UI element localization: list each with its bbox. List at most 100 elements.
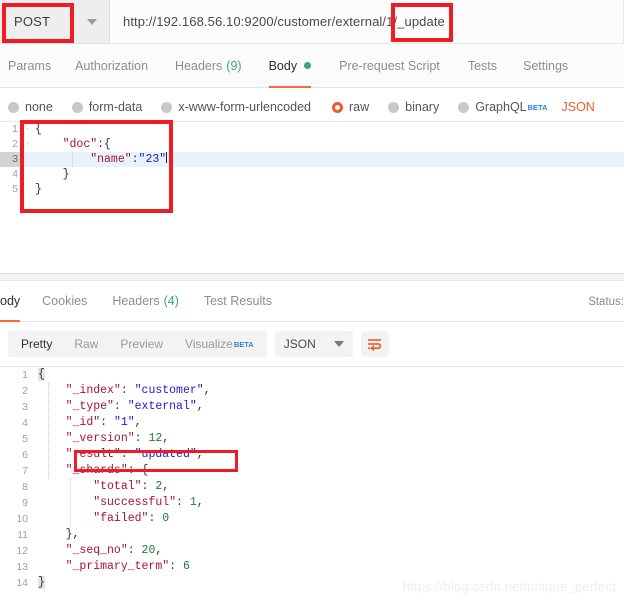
word-wrap-toggle[interactable] <box>360 331 389 357</box>
code-token: "doc" <box>62 138 98 151</box>
response-code-area[interactable]: 1{2 "_index": "customer", 3 "_type": "ext… <box>0 367 624 591</box>
format-raw-button[interactable]: Raw <box>63 333 109 355</box>
body-type-binary[interactable]: binary <box>388 100 439 114</box>
format-label: Pretty <box>21 337 53 351</box>
body-type-label: binary <box>405 100 440 114</box>
response-tab-cookies[interactable]: Cookies <box>42 281 87 322</box>
code-token: : { <box>127 464 149 477</box>
body-type-none[interactable]: none <box>8 100 53 114</box>
word-wrap-icon <box>368 338 382 351</box>
code-text: } <box>31 167 624 182</box>
line-number: 4 <box>12 168 18 180</box>
line-number: 9 <box>22 497 28 509</box>
code-text: "failed": 0 <box>34 511 624 527</box>
body-type-raw[interactable]: raw <box>332 100 369 114</box>
radio-icon <box>8 101 19 113</box>
tab-label: Headers <box>175 58 223 73</box>
code-text: "_version": 12, <box>34 431 624 447</box>
tab-label: Cookies <box>42 294 88 308</box>
code-token: , <box>162 480 170 493</box>
body-type-x-www-form-urlencoded[interactable]: x-www-form-urlencoded <box>161 100 311 114</box>
indent-guide <box>72 152 73 167</box>
code-token: { <box>38 368 45 381</box>
format-preview-button[interactable]: Preview <box>109 333 174 355</box>
body-type-label: none <box>25 100 53 114</box>
request-url-bar: POST http://192.168.56.10:9200/customer/… <box>0 0 624 44</box>
format-pretty-button[interactable]: Pretty <box>10 333 63 355</box>
code-text: { <box>31 122 624 137</box>
response-tab-body[interactable]: ody <box>0 281 21 322</box>
tab-params[interactable]: Params <box>8 44 51 88</box>
code-token: : <box>120 384 135 397</box>
body-type-label: raw <box>349 100 370 114</box>
response-tab-headers[interactable]: Headers (4) <box>112 281 179 322</box>
code-token: , <box>196 496 204 509</box>
tab-label: Tests <box>467 58 497 73</box>
request-tab-bar: Params Authorization Headers (9) Body Pr… <box>0 44 624 88</box>
tab-settings[interactable]: Settings <box>523 44 568 88</box>
fold-marker-icon[interactable]: · <box>24 122 31 137</box>
code-token: "_id" <box>65 416 101 429</box>
request-code-area[interactable]: 1 ·{2 · "doc":{3 "name":"23" 4 } 5} <box>0 122 624 197</box>
code-line: 13 "_primary_term": 6 <box>0 559 624 575</box>
response-tab-test-results[interactable]: Test Results <box>204 281 272 322</box>
code-token: { <box>35 123 42 136</box>
chevron-down-icon <box>333 341 344 347</box>
line-number: 5 <box>12 183 18 195</box>
code-token: }, <box>38 528 80 541</box>
code-token: : <box>169 560 183 573</box>
format-label: Visualize <box>185 337 233 351</box>
body-format-select[interactable]: JSON <box>562 100 595 114</box>
code-token: "_seq_no" <box>65 544 128 557</box>
code-line: 5 "_version": 12, <box>0 431 624 447</box>
code-token: , <box>155 544 163 557</box>
code-line: 1 · { <box>0 122 624 137</box>
code-token: : <box>148 512 163 525</box>
line-number: 10 <box>16 513 28 525</box>
line-number: 5 <box>22 433 28 445</box>
code-line: 3 "name":"23" <box>0 152 624 167</box>
body-type-form-data[interactable]: form-data <box>71 100 142 114</box>
indent-guide <box>70 479 71 527</box>
code-token: } <box>38 576 45 589</box>
body-format-label: JSON <box>561 100 595 114</box>
tab-headers[interactable]: Headers (9) <box>175 44 242 88</box>
code-line: 1{ <box>0 367 624 383</box>
tab-label: Test Results <box>203 294 272 308</box>
response-type-select[interactable]: JSON <box>274 331 353 357</box>
format-label: Raw <box>74 337 99 351</box>
code-line: 9 "successful": 1, <box>0 495 624 511</box>
code-token: 1 <box>189 496 197 509</box>
tab-authorization[interactable]: Authorization <box>75 44 148 88</box>
request-body-editor[interactable]: 1 ·{2 · "doc":{3 "name":"23" 4 } 5} <box>0 121 624 273</box>
tab-tests[interactable]: Tests <box>468 44 497 88</box>
http-method-select[interactable]: POST <box>0 0 110 44</box>
code-line: 12 "_seq_no": 20, <box>0 543 624 559</box>
code-token: , <box>162 432 170 445</box>
code-token: "name" <box>90 153 132 166</box>
response-body-viewer[interactable]: 1{2 "_index": "customer", 3 "_type": "ext… <box>0 366 624 598</box>
pane-splitter[interactable] <box>0 273 624 281</box>
request-url-text: http://192.168.56.10:9200/customer/exter… <box>123 14 445 29</box>
code-token: : <box>131 153 139 166</box>
code-text: { <box>34 367 624 383</box>
code-token: "_shards" <box>65 464 128 477</box>
tab-label: Pre-request Script <box>339 58 440 73</box>
code-token: "failed" <box>93 512 149 525</box>
tab-pre-request-script[interactable]: Pre-request Script <box>339 44 440 88</box>
fold-marker-icon[interactable]: · <box>24 137 31 152</box>
body-type-graphql[interactable]: GraphQL BETA <box>458 100 548 114</box>
format-visualize-button[interactable]: Visualize BETA <box>174 333 265 355</box>
response-toolbar: Pretty Raw Preview Visualize BETA JSON <box>0 322 624 366</box>
line-number: 4 <box>22 417 28 429</box>
request-url-input[interactable]: http://192.168.56.10:9200/customer/exter… <box>110 0 624 44</box>
tab-body[interactable]: Body <box>268 44 312 88</box>
